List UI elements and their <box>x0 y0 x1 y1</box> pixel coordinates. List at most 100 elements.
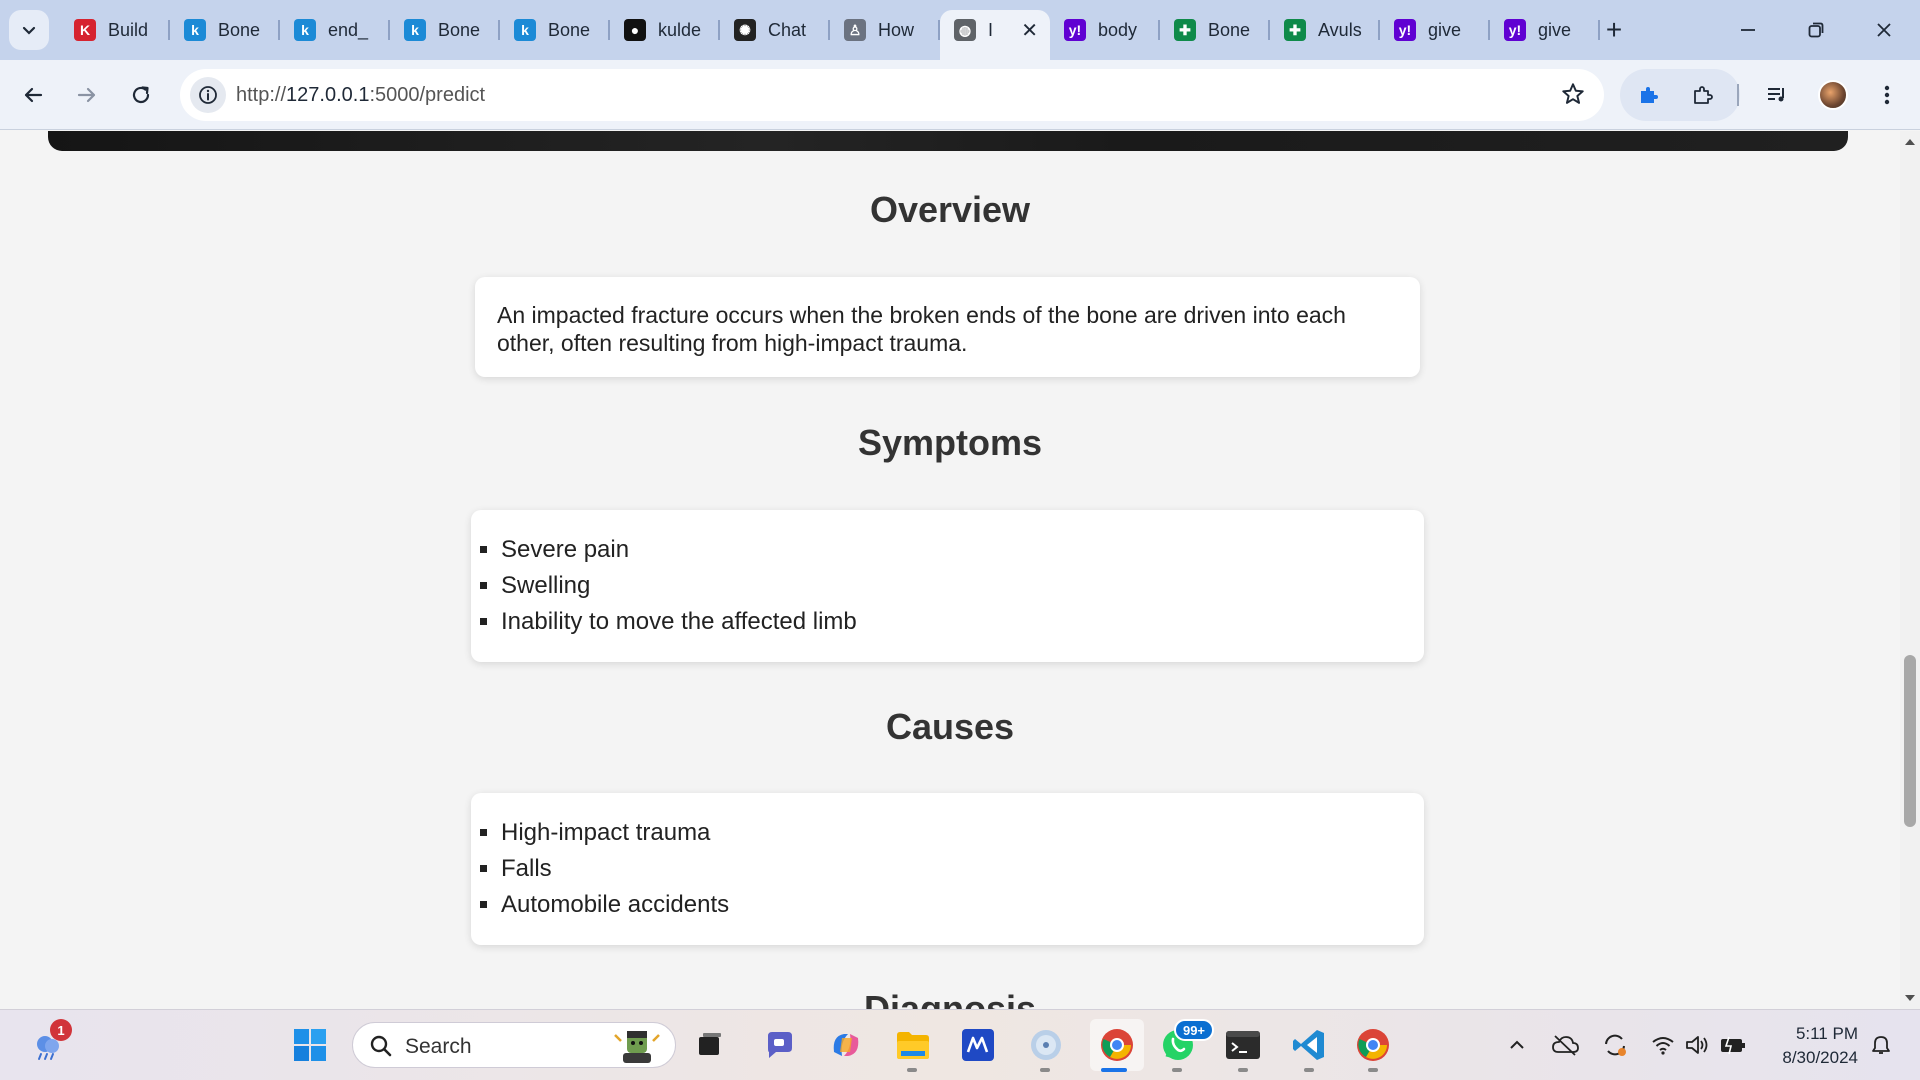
browser-tab[interactable]: y! body <box>1050 10 1160 50</box>
browser-tab[interactable]: ♙ How <box>830 10 940 50</box>
tab-title: I <box>988 19 994 40</box>
vscode-icon <box>1293 1030 1324 1060</box>
whatsapp-notification-badge: 99+ <box>1174 1019 1214 1041</box>
onedrive-button[interactable] <box>1548 1025 1582 1065</box>
browser-tab[interactable]: ✚ Avuls <box>1270 10 1380 50</box>
diagnosis-heading: Diagnosis <box>863 988 1037 1009</box>
new-tab-button[interactable]: + <box>1596 12 1632 48</box>
list-item: High-impact trauma <box>501 815 1424 851</box>
terminal-icon <box>1226 1031 1260 1059</box>
tab-title: Bone <box>1208 19 1251 40</box>
forward-button[interactable] <box>66 74 108 116</box>
chrome-icon <box>1357 1029 1389 1061</box>
browser-tab[interactable]: ✺ Chat <box>720 10 830 50</box>
whatsapp-button[interactable]: 99+ <box>1158 1019 1214 1065</box>
running-indicator <box>1368 1068 1378 1072</box>
weather-notification-badge: 1 <box>50 1019 72 1041</box>
k-blue-logo: k <box>184 19 206 41</box>
terminal-button[interactable] <box>1223 1025 1263 1065</box>
symptoms-list: Severe painSwellingInability to move the… <box>471 510 1424 640</box>
hero-image-bottom <box>48 131 1848 151</box>
copilot-button[interactable] <box>826 1025 866 1065</box>
media-control-button[interactable] <box>1756 74 1798 116</box>
app-button-m[interactable] <box>958 1025 998 1065</box>
extensions-group <box>1620 69 1740 121</box>
k-blue-logo: k <box>514 19 536 41</box>
close-tab-icon[interactable]: ✕ <box>1021 18 1038 43</box>
extensions-menu-button[interactable] <box>1682 74 1724 116</box>
more-vertical-icon <box>1884 85 1890 105</box>
tab-title: Build <box>108 19 149 40</box>
browser-tab[interactable]: k Bone <box>500 10 610 50</box>
browser-tab[interactable]: k Bone <box>170 10 280 50</box>
bookmark-star-button[interactable] <box>1560 81 1586 112</box>
weather-widget[interactable]: 1 <box>28 1019 72 1065</box>
list-item: Automobile accidents <box>501 887 1424 923</box>
avatar <box>1818 80 1848 110</box>
wifi-button[interactable] <box>1646 1025 1680 1065</box>
scroll-up-arrow[interactable] <box>1905 139 1915 145</box>
clock-date: 8/30/2024 <box>1782 1048 1858 1067</box>
teams-chat-button[interactable] <box>759 1025 799 1065</box>
volume-button[interactable] <box>1681 1025 1715 1065</box>
minimize-button[interactable] <box>1720 8 1776 52</box>
site-info-button[interactable] <box>190 77 226 113</box>
yahoo-icon: y! <box>1504 19 1526 41</box>
toolbar-divider <box>1737 84 1739 106</box>
battery-charging-icon <box>1721 1036 1745 1055</box>
list-item: Falls <box>501 851 1424 887</box>
browser-tab[interactable]: k Bone <box>390 10 500 50</box>
tab-title: give <box>1538 19 1572 40</box>
tab-list: K Build k Bone k end_ k Bone k Bone ● kulde ✺ Chat ♙ Ho… <box>60 10 1600 60</box>
list-item: Inability to move the affected limb <box>501 604 1424 640</box>
scroll-thumb[interactable] <box>1904 655 1916 827</box>
arrow-left-icon <box>24 87 43 103</box>
address-bar[interactable]: http://127.0.0.1:5000/predict <box>180 69 1604 121</box>
notification-center-button[interactable] <box>1864 1025 1898 1065</box>
restore-button[interactable] <box>1788 8 1844 52</box>
system-clock[interactable]: 5:11 PM 8/30/2024 <box>1762 1022 1858 1070</box>
battery-button[interactable] <box>1716 1025 1750 1065</box>
profile-button[interactable] <box>1812 74 1854 116</box>
speaker-icon <box>1686 1036 1708 1054</box>
close-icon <box>1877 23 1891 37</box>
vscode-button[interactable] <box>1289 1025 1329 1065</box>
url-text[interactable]: http://127.0.0.1:5000/predict <box>236 84 485 107</box>
browser-tab[interactable]: y! give <box>1380 10 1490 50</box>
causes-heading: Causes <box>885 706 1015 747</box>
browser-tab[interactable]: y! give <box>1490 10 1600 50</box>
tab-title: kulde <box>658 19 702 40</box>
browser-tab[interactable]: K Build <box>60 10 170 50</box>
reload-button[interactable] <box>120 74 162 116</box>
file-explorer-button[interactable] <box>893 1025 933 1065</box>
scroll-down-arrow[interactable] <box>1905 995 1915 1001</box>
browser-tab-active[interactable]: ◍ I ✕ <box>940 10 1050 60</box>
running-indicator <box>1238 1068 1248 1072</box>
show-hidden-icons-button[interactable] <box>1500 1025 1534 1065</box>
star-icon <box>1562 83 1584 104</box>
chrome-profile-button[interactable] <box>1353 1025 1393 1065</box>
browser-menu-button[interactable] <box>1866 74 1908 116</box>
browser-tab[interactable]: ● kulde <box>610 10 720 50</box>
chrome-icon <box>1101 1029 1133 1061</box>
browser-tab[interactable]: ✚ Bone <box>1160 10 1270 50</box>
back-button[interactable] <box>12 74 54 116</box>
taskbar-search-box[interactable]: Search <box>352 1022 676 1068</box>
browser-tab[interactable]: k end_ <box>280 10 390 50</box>
start-button[interactable] <box>290 1025 330 1065</box>
person-icon: ♙ <box>844 19 866 41</box>
disc-app-button[interactable] <box>1026 1025 1066 1065</box>
url-host: 127.0.0.1 <box>286 84 370 106</box>
task-view-button[interactable] <box>690 1025 730 1065</box>
plus-icon: + <box>1605 14 1623 45</box>
page-scrollbar[interactable] <box>1900 131 1920 1009</box>
tab-search-button[interactable] <box>9 10 49 50</box>
chrome-taskbar-button-active[interactable] <box>1090 1019 1144 1071</box>
sync-status-button[interactable] <box>1598 1025 1632 1065</box>
close-window-button[interactable] <box>1856 8 1912 52</box>
medical-cross-icon: ✚ <box>1174 19 1196 41</box>
tab-title: Bone <box>218 19 261 40</box>
url-scheme: http:// <box>236 84 287 106</box>
extension-button[interactable] <box>1628 74 1670 116</box>
k-red-logo: K <box>74 19 96 41</box>
